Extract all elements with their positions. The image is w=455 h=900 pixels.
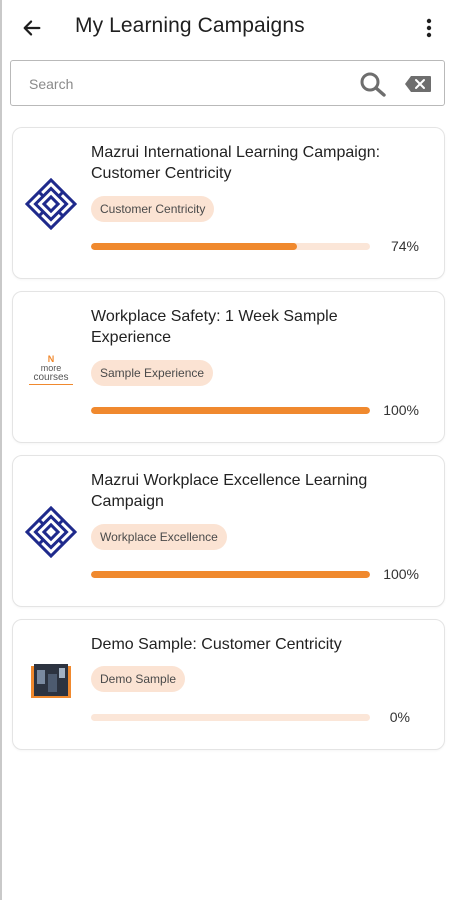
demo-photo-icon <box>31 664 71 698</box>
progress-fill <box>91 571 370 578</box>
campaign-title: Mazrui International Learning Campaign: … <box>91 144 381 182</box>
progress-bar <box>91 714 370 721</box>
campaign-title: Workplace Safety: 1 Week Sample Experien… <box>91 308 338 346</box>
left-edge-divider <box>0 0 2 900</box>
progress-bar <box>91 571 370 578</box>
more-vertical-icon <box>426 18 432 38</box>
maze-logo-icon <box>25 506 77 558</box>
campaign-card[interactable]: Mazrui International Learning Campaign: … <box>12 127 445 279</box>
campaign-card[interactable]: N more courses Workplace Safety: 1 Week … <box>12 291 445 443</box>
logo-word: courses <box>33 372 69 383</box>
logo-underline <box>29 384 73 385</box>
campaign-tag: Demo Sample <box>91 666 186 692</box>
progress-fill <box>91 243 298 250</box>
progress-bar <box>91 243 370 250</box>
back-button[interactable] <box>16 12 48 44</box>
app-bar: My Learning Campaigns <box>0 0 455 56</box>
campaign-title: Demo Sample: Customer Centricity <box>91 636 342 653</box>
campaign-tag: Workplace Excellence <box>91 524 227 550</box>
progress-percent: 100% <box>383 402 419 418</box>
search-bar <box>10 60 445 107</box>
campaign-card[interactable]: Demo Sample: Customer Centricity Demo Sa… <box>12 619 445 750</box>
campaign-title: Mazrui Workplace Excellence Learning Cam… <box>91 472 368 510</box>
more-courses-logo: N more courses <box>25 344 77 396</box>
progress-percent: 74% <box>390 238 419 254</box>
campaign-tag: Sample Experience <box>91 360 214 386</box>
progress-percent: 100% <box>383 566 419 582</box>
progress-bar <box>91 407 370 414</box>
maze-logo-icon <box>25 178 77 230</box>
progress-fill <box>91 407 370 414</box>
arrow-left-icon <box>23 20 41 36</box>
progress-percent: 0% <box>389 709 410 725</box>
mazrui-logo <box>25 506 77 558</box>
demo-thumbnail <box>25 656 77 708</box>
page-title: My Learning Campaigns <box>75 14 305 37</box>
search-input[interactable] <box>27 61 331 107</box>
campaign-card[interactable]: Mazrui Workplace Excellence Learning Cam… <box>12 455 445 607</box>
mazrui-logo <box>25 178 77 230</box>
backspace-icon[interactable] <box>404 75 432 93</box>
more-options-button[interactable] <box>414 12 444 44</box>
search-icon[interactable] <box>359 71 387 97</box>
campaign-tag: Customer Centricity <box>91 196 215 222</box>
